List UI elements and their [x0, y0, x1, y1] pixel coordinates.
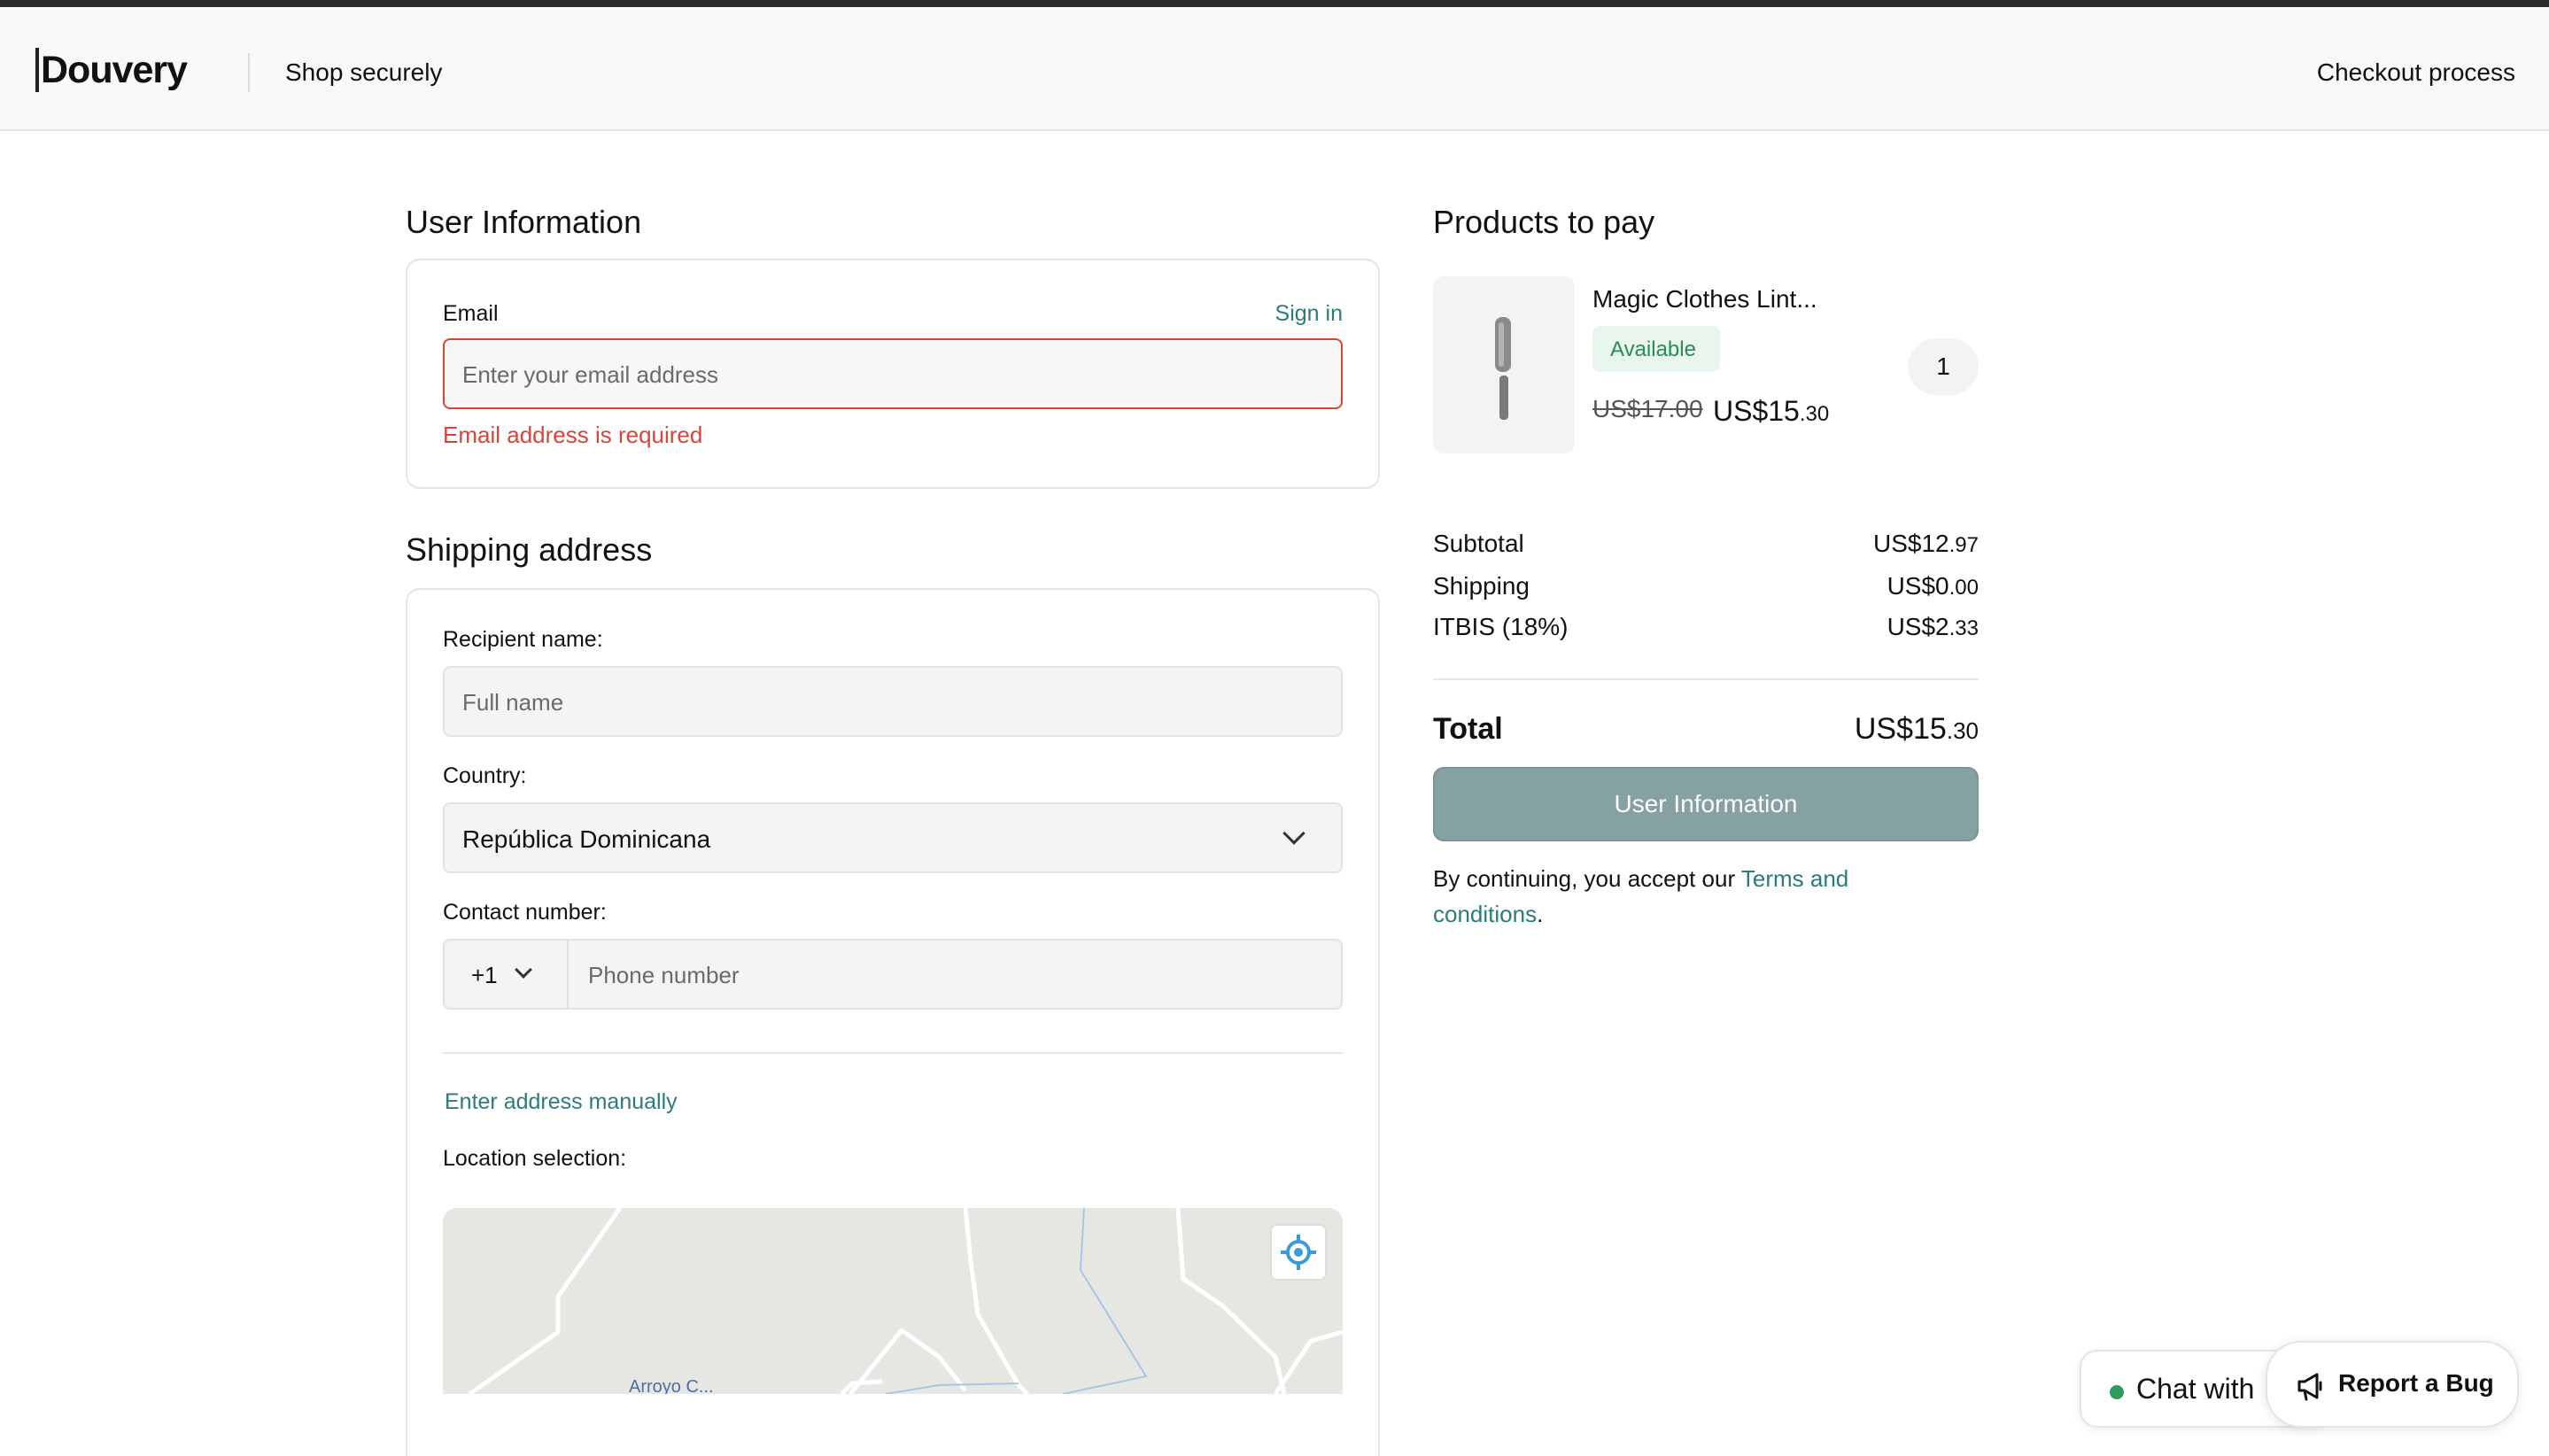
continue-user-information-button[interactable]: User Information: [1433, 767, 1979, 841]
subtotal-label: Subtotal: [1433, 530, 1524, 557]
report-bug-button[interactable]: Report a Bug: [2266, 1341, 2519, 1428]
checkout-process-label: Checkout process: [2316, 58, 2515, 86]
shipping-title: Shipping address: [406, 531, 653, 568]
total-value: US$15.30: [1854, 712, 1979, 746]
location-label: Location selection:: [443, 1146, 627, 1171]
availability-badge: Available: [1592, 326, 1720, 372]
megaphone-icon: [2297, 1373, 2322, 1401]
subtotal-value: US$12.97: [1873, 530, 1979, 557]
recipient-placeholder: Full name: [462, 689, 564, 716]
header-tagline: Shop securely: [285, 58, 443, 86]
shipping-label: Shipping: [1433, 572, 1530, 600]
chat-label: Chat with: [2136, 1373, 2255, 1405]
terms-notice: By continuing, you accept our Terms and …: [1433, 865, 1849, 927]
chevron-down-icon: [1282, 822, 1305, 845]
shipping-card: Recipient name: Full name Country: Repúb…: [406, 588, 1380, 1456]
quantity-indicator[interactable]: 1: [1908, 338, 1979, 395]
sign-in-link[interactable]: Sign in: [1275, 301, 1343, 327]
summary-divider: [1433, 678, 1979, 680]
phone-placeholder[interactable]: Phone number: [588, 962, 740, 989]
country-value: República Dominicana: [462, 825, 711, 853]
phone-code-select[interactable]: +1: [445, 941, 569, 1008]
contact-label: Contact number:: [443, 900, 607, 925]
crosshair-icon: [1281, 1235, 1316, 1270]
email-placeholder: Enter your email address: [462, 361, 719, 388]
top-border: [0, 0, 2549, 7]
lint-roller-image: [1495, 317, 1511, 420]
sale-price: US$15.30: [1713, 395, 1830, 427]
enter-address-manually-link[interactable]: Enter address manually: [445, 1089, 678, 1115]
site-header: Douvery Shop securely Checkout process: [0, 7, 2549, 131]
products-title: Products to pay: [1433, 204, 1655, 240]
email-label: Email: [443, 301, 499, 326]
phone-field: +1 Phone number: [443, 939, 1343, 1010]
product-thumbnail[interactable]: [1433, 276, 1575, 453]
report-bug-label: Report a Bug: [2338, 1369, 2494, 1397]
country-label: Country:: [443, 763, 527, 788]
tax-label: ITBIS (18%): [1433, 613, 1569, 640]
chevron-down-icon: [515, 961, 532, 979]
shipping-value: US$0.00: [1887, 572, 1979, 600]
email-input[interactable]: Enter your email address: [443, 338, 1343, 409]
email-error: Email address is required: [443, 422, 703, 448]
tax-value: US$2.33: [1887, 613, 1979, 640]
recipient-input[interactable]: Full name: [443, 666, 1343, 737]
logo[interactable]: Douvery: [35, 48, 188, 92]
online-status-dot: [2110, 1385, 2124, 1399]
location-map[interactable]: Arroyo C...: [443, 1208, 1343, 1394]
user-info-card: Email Sign in Enter your email address E…: [406, 259, 1380, 489]
availability-text: Available: [1610, 337, 1696, 361]
total-label: Total: [1433, 712, 1503, 746]
map-place-label: Arroyo C...: [629, 1377, 714, 1394]
user-info-title: User Information: [406, 204, 642, 240]
locate-button[interactable]: [1270, 1224, 1327, 1281]
divider: [443, 1052, 1343, 1054]
phone-code: +1: [471, 962, 498, 988]
map-roads: Arroyo C...: [468, 1208, 1343, 1394]
header-divider: [248, 53, 250, 92]
product-name[interactable]: Magic Clothes Lint...: [1592, 285, 1817, 314]
country-select[interactable]: República Dominicana: [443, 802, 1343, 873]
recipient-label: Recipient name:: [443, 627, 603, 652]
original-price: US$17.00: [1592, 395, 1703, 422]
